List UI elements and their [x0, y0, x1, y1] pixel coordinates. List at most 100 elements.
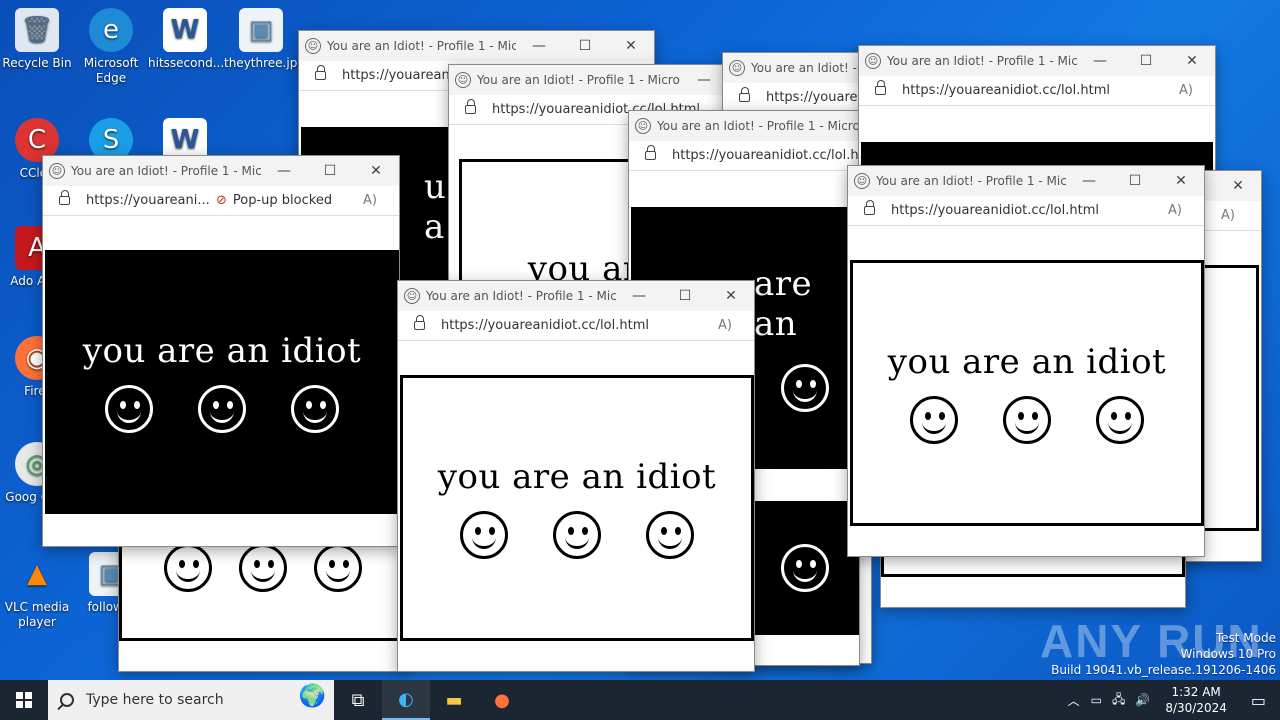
minimize-button[interactable]: — — [1066, 173, 1112, 189]
maximize-button[interactable]: ☐ — [1112, 173, 1158, 189]
task-view-icon[interactable]: ⧉ — [334, 680, 382, 720]
desktop-icon-label: VLC media player — [4, 600, 70, 629]
device-icon[interactable]: ▭ — [1086, 693, 1107, 707]
taskbar-search-box[interactable]: Type here to search 🌍 — [48, 680, 334, 720]
lock-icon — [864, 200, 875, 215]
clock-time: 1:32 AM — [1171, 685, 1221, 699]
maximize-button[interactable]: ☐ — [562, 38, 608, 54]
minimize-button[interactable]: — — [1077, 53, 1123, 69]
window-title: You are an Idiot! - Profile 1 - Micro... — [327, 39, 516, 53]
word-doc-icon: W — [163, 8, 207, 52]
smiley-favicon-icon: ☺ — [865, 53, 881, 69]
desktop-icon-recycle-bin[interactable]: 🗑 Recycle Bin — [0, 8, 74, 71]
start-button[interactable] — [0, 680, 48, 720]
read-aloud-icon[interactable]: A) — [1179, 83, 1215, 98]
url-text: https://youare — [766, 90, 858, 105]
network-icon[interactable]: 🖧 — [1107, 690, 1130, 711]
smiley-icon — [290, 385, 339, 433]
address-bar[interactable]: https://youareanidiot.cc/lol.html A) — [848, 196, 1204, 226]
address-bar[interactable]: https://youare — [723, 83, 871, 113]
window-title: You are an Idiot! - Profile 1 - Micro... — [71, 164, 261, 178]
browser-window-left[interactable]: ☺ You are an Idiot! - Profile 1 - Micro.… — [42, 155, 400, 547]
lock-icon — [739, 87, 750, 102]
browser-window-center[interactable]: ☺ You are an Idiot! - Profile 1 - Micro.… — [397, 280, 755, 672]
window-title: You are an Idiot! - Profile 1 - Micro... — [426, 289, 616, 303]
lock-icon — [315, 65, 326, 80]
smiley-favicon-icon: ☺ — [635, 118, 651, 134]
desktop-icon-label: hitssecond... — [148, 56, 225, 70]
smiley-row — [438, 511, 716, 559]
clock[interactable]: 1:32 AM 8/30/2024 — [1155, 684, 1237, 716]
volume-icon[interactable]: 🔊 — [1130, 693, 1155, 707]
title-bar: ☺ You are an Idiot! - Profile 1 - Micro.… — [398, 281, 754, 311]
chevron-up-icon[interactable]: ︿ — [1062, 692, 1086, 709]
recycle-bin-icon: 🗑 — [15, 8, 59, 52]
idiot-panel: you are an idiot — [850, 260, 1204, 526]
address-bar[interactable]: https://youareani... ⊘ Pop-up blocked A) — [43, 186, 399, 216]
lock-icon — [465, 99, 476, 114]
desktop-icon-edge[interactable]: e Microsoft Edge — [74, 8, 148, 86]
windows-logo-icon — [16, 692, 32, 708]
read-aloud-icon[interactable]: A) — [1168, 203, 1204, 218]
read-aloud-icon[interactable]: A) — [718, 318, 754, 333]
close-button[interactable]: ✕ — [1215, 178, 1261, 194]
maximize-button[interactable]: ☐ — [662, 288, 708, 304]
smiley-icon — [645, 511, 694, 559]
smiley-icon — [910, 396, 959, 444]
system-tray: ︿ ▭ 🖧 🔊 1:32 AM 8/30/2024 ▭ — [1062, 680, 1280, 720]
smiley-icon — [1095, 396, 1144, 444]
smiley-icon — [105, 385, 154, 433]
minimize-button[interactable]: — — [616, 288, 662, 304]
close-button[interactable]: ✕ — [1158, 173, 1204, 189]
smiley-icon — [552, 511, 601, 559]
minimize-button[interactable]: — — [516, 38, 562, 54]
smiley-favicon-icon: ☺ — [49, 163, 65, 179]
smiley-icon — [197, 385, 246, 433]
taskbar-edge-icon[interactable]: ◐ — [382, 680, 430, 720]
title-bar: ☺ You are an Idiot! - Profile 1 - Micro.… — [629, 111, 859, 141]
smiley-favicon-icon: ☺ — [404, 288, 420, 304]
maximize-button[interactable]: ☐ — [1123, 53, 1169, 69]
smiley-favicon-icon: ☺ — [729, 60, 745, 76]
test-mode-watermark: Test Mode Windows 10 Pro Build 19041.vb_… — [1051, 630, 1276, 678]
desktop-icon-word-doc[interactable]: W hitssecond... — [148, 8, 225, 71]
minimize-button[interactable]: — — [261, 163, 307, 179]
title-bar: ☺ You are an Idiot! - Profile 1 - Micro.… — [848, 166, 1204, 196]
url-text: https://youareanidiot.cc/lol.html — [902, 83, 1110, 98]
desktop-icon-vlc[interactable]: ▲ VLC media player — [0, 552, 74, 630]
close-button[interactable]: ✕ — [608, 38, 654, 54]
read-aloud-icon[interactable]: A) — [363, 193, 399, 208]
taskbar-file-explorer-icon[interactable]: ▬ — [430, 680, 478, 720]
url-text: https://youareanidiot.cc/lol.html — [441, 318, 649, 333]
address-bar[interactable]: https://youareanidiot.cc/lol.html A) — [398, 311, 754, 341]
title-bar: ☺ You are an Idiot! - Profile 1 - Micro.… — [449, 65, 727, 95]
close-button[interactable]: ✕ — [1169, 53, 1215, 69]
address-bar[interactable]: https://youareanidiot.cc/lol.html A) — [859, 76, 1215, 106]
idiot-message: you are an idiot — [437, 457, 717, 497]
smiley-icon — [460, 511, 509, 559]
minimize-button[interactable]: — — [681, 72, 727, 88]
desktop-icon-image[interactable]: ▣ theythree.jpg — [224, 8, 305, 71]
browser-window-right[interactable]: ☺ You are an Idiot! - Profile 1 - Micro.… — [847, 165, 1205, 557]
lock-icon — [875, 80, 886, 95]
taskbar-firefox-icon[interactable]: ● — [478, 680, 526, 720]
close-button[interactable]: ✕ — [708, 288, 754, 304]
desktop-icon-label: Recycle Bin — [2, 56, 72, 70]
close-button[interactable]: ✕ — [353, 163, 399, 179]
read-aloud-icon[interactable]: A) — [1221, 208, 1257, 223]
window-title: You are an Idiot! - Profile 1 - Micro... — [657, 119, 859, 133]
vlc-icon: ▲ — [27, 558, 47, 589]
title-bar: ☺ You are an Idiot! - Profile 1 - Micro.… — [43, 156, 399, 186]
popup-blocked-label[interactable]: Pop-up blocked — [233, 193, 363, 208]
notification-icon[interactable]: ▭ — [1237, 691, 1280, 710]
popup-blocked-icon[interactable]: ⊘ — [216, 193, 227, 208]
smiley-row — [150, 544, 376, 592]
desktop-icon-label: Microsoft Edge — [83, 56, 139, 85]
smiley-favicon-icon: ☺ — [455, 72, 471, 88]
smiley-row — [83, 385, 361, 433]
maximize-button[interactable]: ☐ — [307, 163, 353, 179]
lock-icon — [645, 145, 656, 160]
address-bar[interactable]: https://youareanidiot.cc/lol.ht — [629, 141, 859, 171]
smiley-favicon-icon: ☺ — [854, 173, 870, 189]
smiley-icon — [163, 544, 212, 592]
